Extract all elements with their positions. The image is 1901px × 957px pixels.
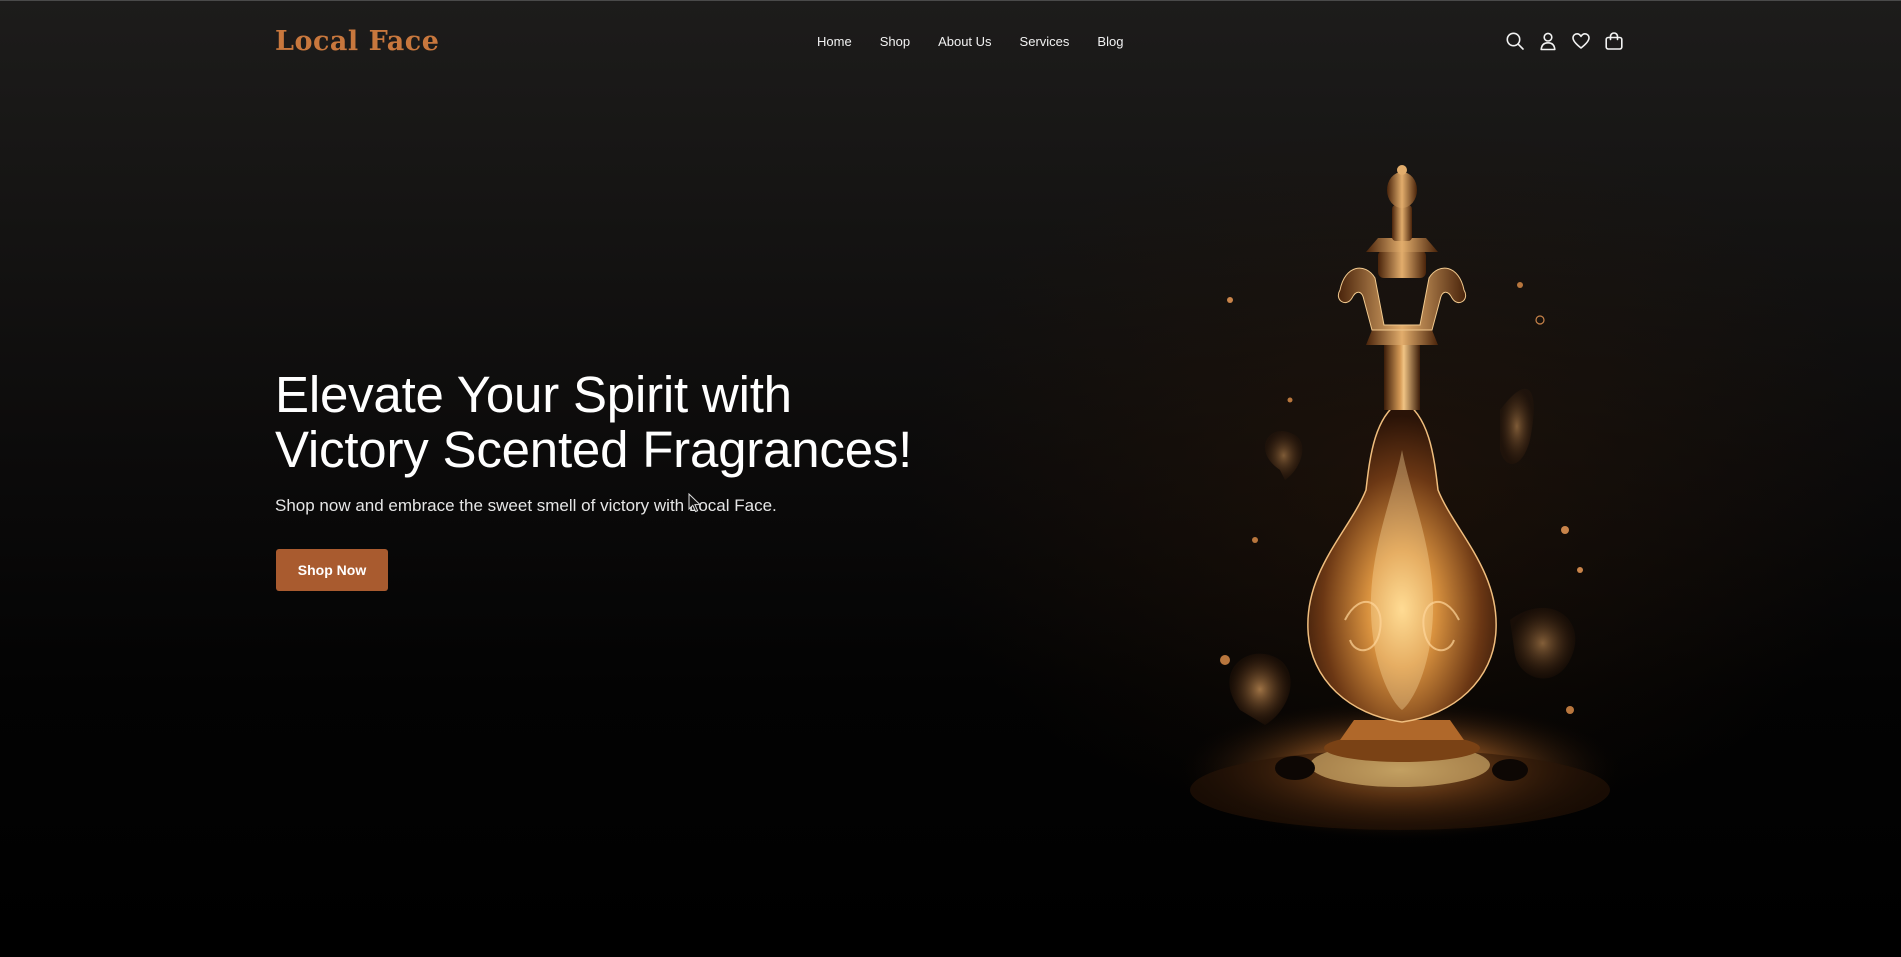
nav-services[interactable]: Services [1020, 33, 1070, 51]
hero-headline-line-2: Victory Scented Fragrances! [275, 421, 913, 478]
browser-top-border [0, 0, 1901, 1]
perfume-bottle-image [1180, 165, 1620, 840]
search-icon[interactable] [1505, 31, 1525, 51]
main-navigation: Home Shop About Us Services Blog [817, 33, 1123, 51]
header-actions [1505, 31, 1624, 51]
nav-about-us[interactable]: About Us [938, 33, 991, 51]
shop-now-button[interactable]: Shop Now [276, 549, 388, 591]
user-icon[interactable] [1538, 31, 1558, 51]
heart-icon[interactable] [1571, 31, 1591, 51]
hero-headline-line-1: Elevate Your Spirit with [275, 366, 792, 423]
brand-logo[interactable]: Local Face [275, 24, 439, 60]
hero-headline: Elevate Your Spirit with Victory Scented… [275, 367, 1035, 477]
nav-home[interactable]: Home [817, 33, 852, 51]
nav-shop[interactable]: Shop [880, 33, 910, 51]
nav-blog[interactable]: Blog [1097, 33, 1123, 51]
mouse-cursor [688, 493, 702, 513]
bag-icon[interactable] [1604, 31, 1624, 51]
